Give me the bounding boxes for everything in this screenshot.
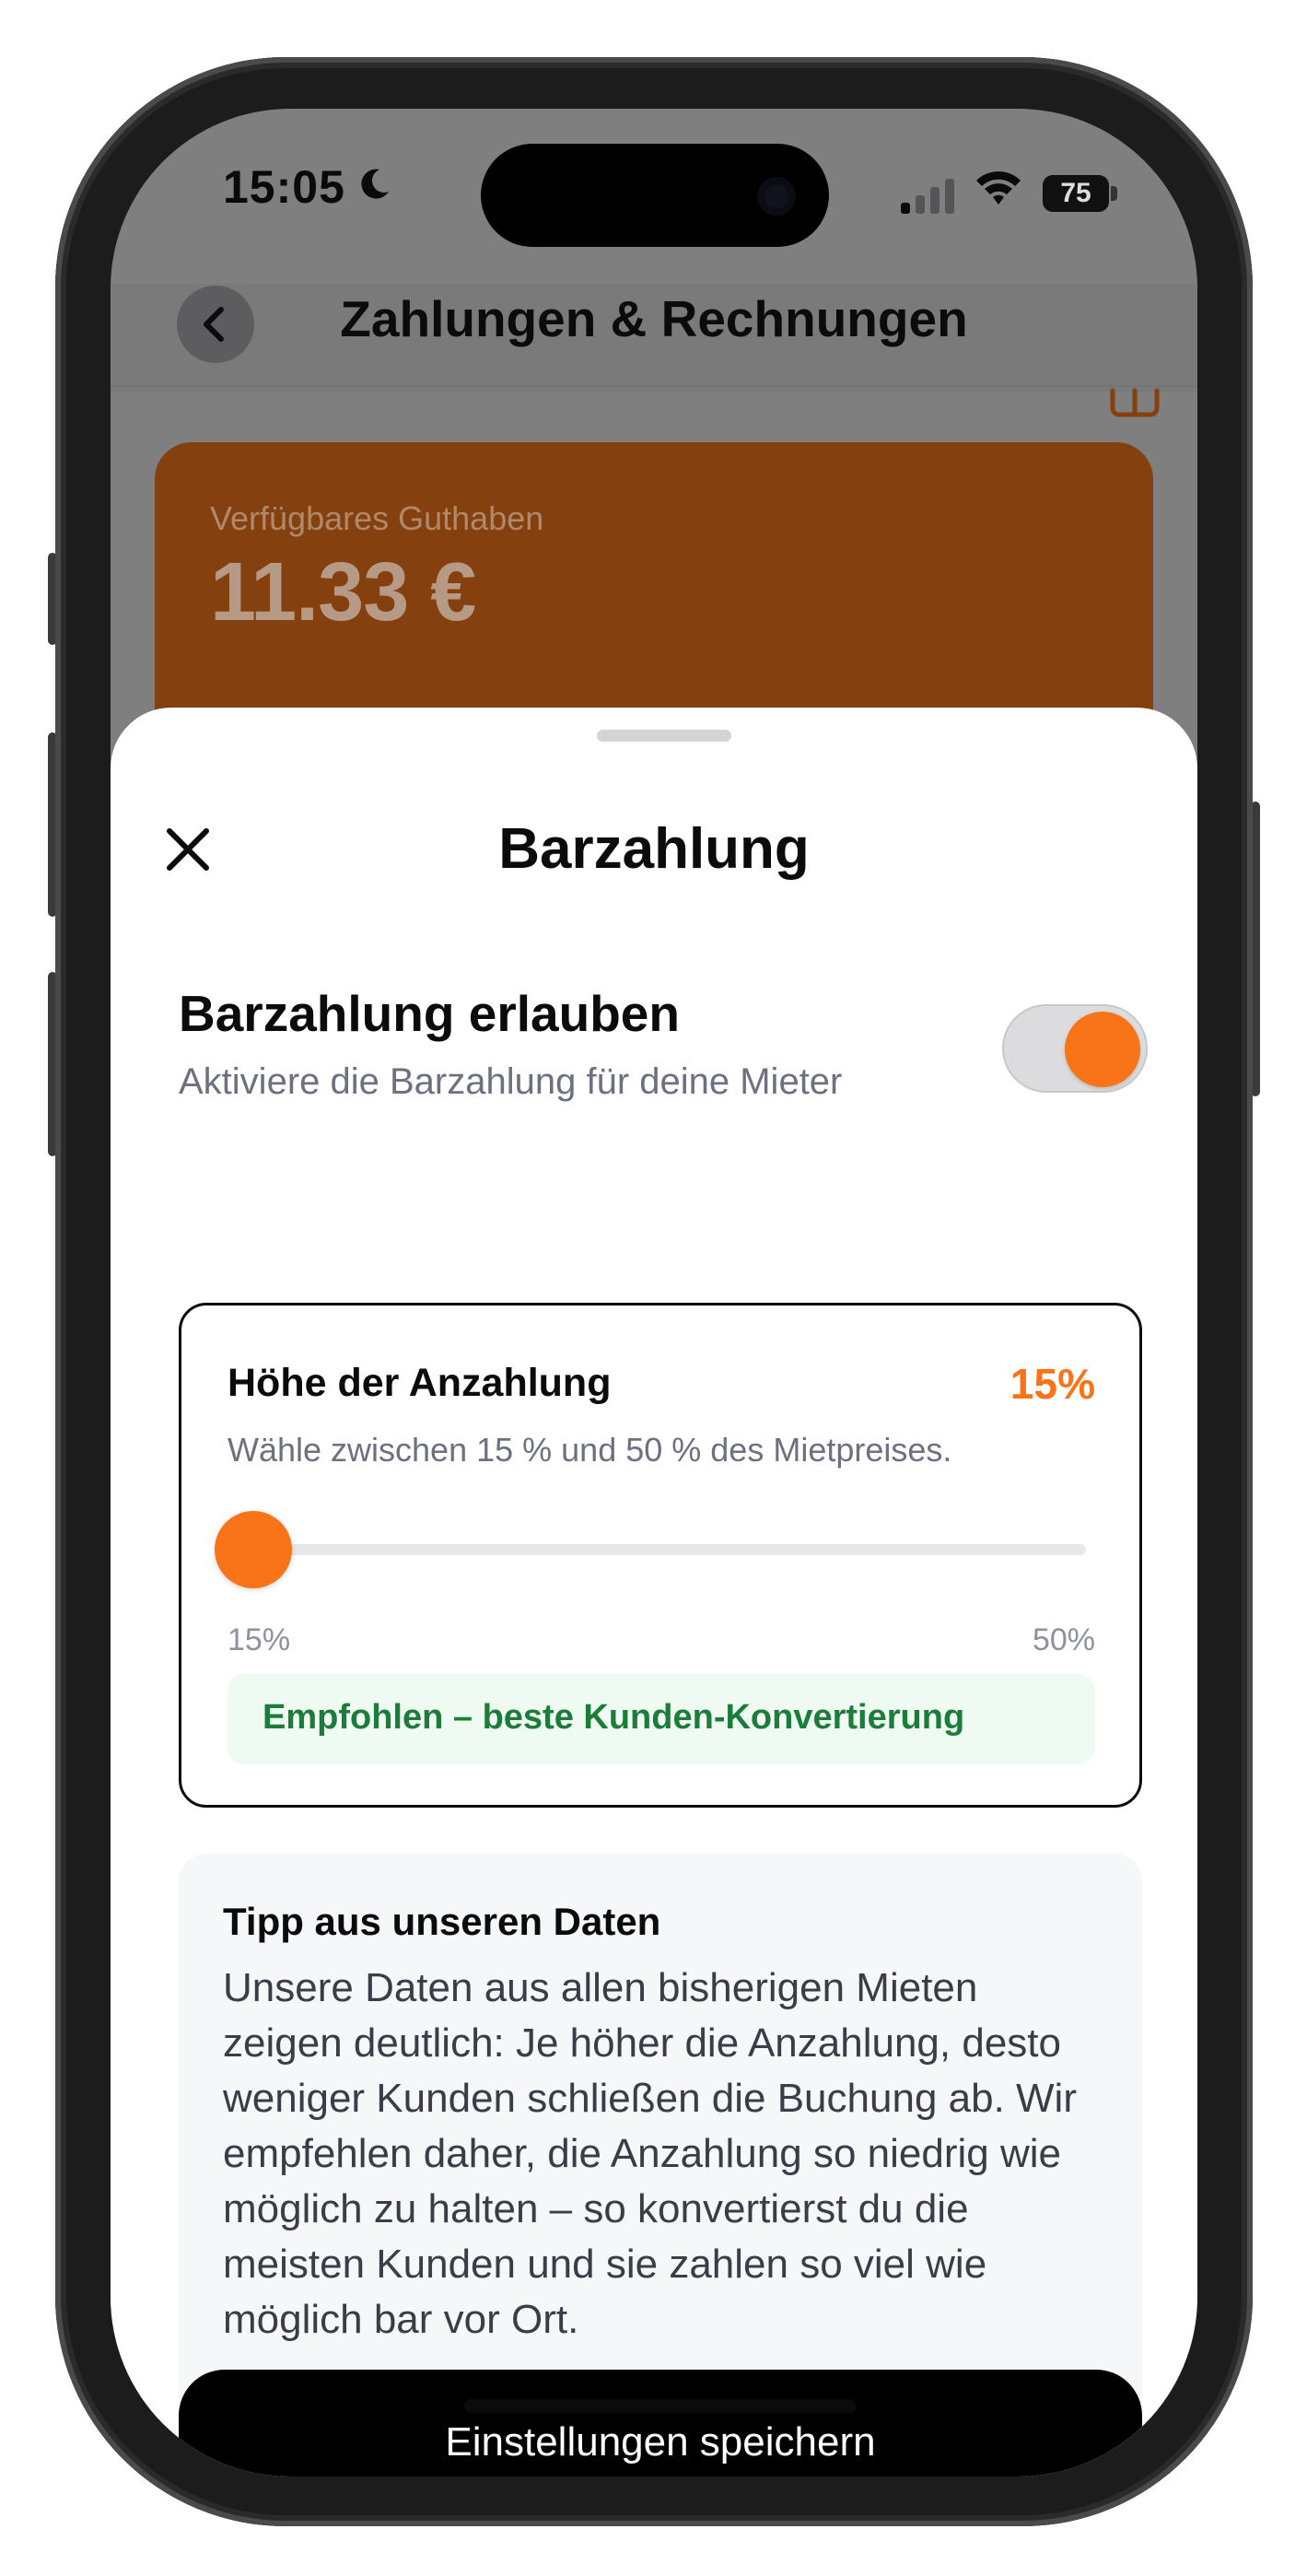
save-settings-button[interactable]: Einstellungen speichern xyxy=(179,2370,1142,2476)
balance-label: Verfügbares Guthaben xyxy=(210,499,544,537)
bottom-sheet: Barzahlung Barzahlung erlauben Aktiviere… xyxy=(111,708,1197,2476)
deposit-slider-thumb[interactable] xyxy=(215,1511,292,1588)
battery-level: 75 xyxy=(1060,178,1091,208)
tip-card: Tipp aus unseren Daten Unsere Daten aus … xyxy=(179,1854,1142,2425)
camera-icon xyxy=(757,177,796,216)
signal-icon xyxy=(901,179,954,214)
tip-body: Unsere Daten aus allen bisherigen Mieten… xyxy=(223,1965,1077,2342)
toggle-knob xyxy=(1065,1012,1140,1087)
recommendation-text: Empfohlen – beste Kunden-Konvertierung xyxy=(263,1698,965,1737)
sheet-grabber[interactable] xyxy=(597,730,731,742)
save-settings-label: Einstellungen speichern xyxy=(445,2419,876,2465)
sheet-title: Barzahlung xyxy=(498,817,810,881)
status-bar: 15:05 75 xyxy=(111,109,1197,284)
recommendation-badge: Empfohlen – beste Kunden-Konvertierung xyxy=(228,1674,1095,1764)
deposit-value: 15% xyxy=(1009,1360,1095,1408)
deposit-title: Höhe der Anzahlung xyxy=(228,1361,612,1405)
deposit-card: Höhe der Anzahlung 15% Wähle zwischen 15… xyxy=(179,1303,1142,1808)
phone-screen: 15:05 75 Zahlungen & Rechnungen Verfügba… xyxy=(111,109,1197,2476)
header-divider xyxy=(111,385,1197,387)
home-indicator[interactable] xyxy=(464,2399,857,2413)
deposit-subtitle: Wähle zwischen 15 % und 50 % des Mietpre… xyxy=(228,1431,952,1469)
fork-icon xyxy=(1110,388,1160,417)
wifi-icon xyxy=(976,171,1021,205)
slider-min-label: 15% xyxy=(228,1622,291,1657)
tip-title: Tipp aus unseren Daten xyxy=(223,1900,661,1943)
moon-icon xyxy=(361,169,389,199)
deposit-slider-track[interactable] xyxy=(242,1544,1086,1555)
slider-max-label: 50% xyxy=(1032,1622,1095,1657)
dynamic-island xyxy=(481,144,829,247)
battery-tip xyxy=(1111,186,1117,201)
battery-icon: 75 xyxy=(1043,175,1118,212)
status-time: 15:05 xyxy=(223,161,345,213)
page-title: Zahlungen & Rechnungen xyxy=(340,290,968,347)
cash-payment-toggle[interactable] xyxy=(1002,1004,1148,1093)
balance-value: 11.33 € xyxy=(210,546,476,638)
toggle-title: Barzahlung erlauben xyxy=(179,985,680,1042)
toggle-subtitle: Aktiviere die Barzahlung für deine Miete… xyxy=(179,1061,843,1102)
